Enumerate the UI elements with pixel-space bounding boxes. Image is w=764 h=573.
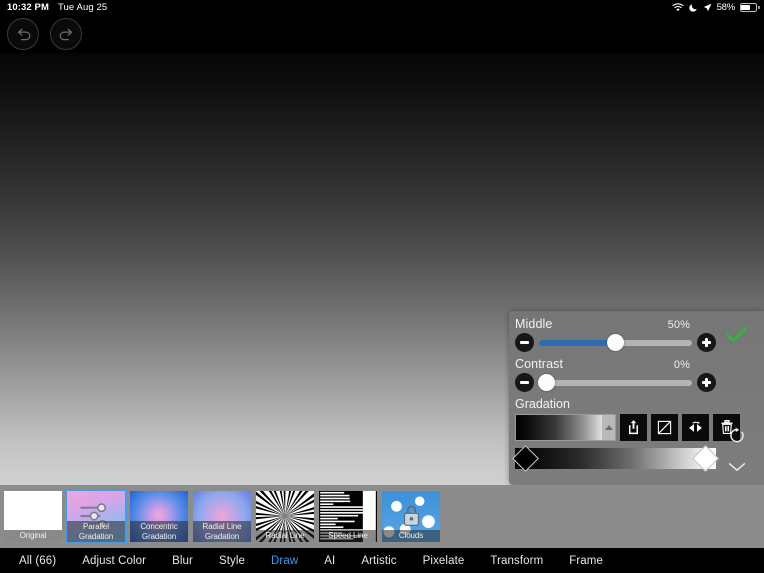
reset-button[interactable] [729, 427, 746, 445]
status-bar-right: 58% [672, 2, 764, 13]
tab-pixelate[interactable]: Pixelate [410, 555, 478, 567]
triangle-up-icon [605, 425, 613, 430]
minus-icon [520, 381, 529, 383]
thumb-label: Radial Line [256, 530, 314, 543]
tab-artistic[interactable]: Artistic [348, 555, 409, 567]
do-not-disturb-icon [689, 3, 698, 12]
thumb-label: Radial Line Gradation [193, 521, 251, 542]
thumb-label: Clouds [382, 530, 440, 543]
apply-button[interactable] [726, 326, 749, 343]
battery-percent: 58% [717, 2, 735, 13]
status-time: 10:32 PM [7, 2, 49, 13]
gradient-stop-black[interactable] [512, 445, 539, 472]
thumb-label: Concentric Gradation [130, 521, 188, 542]
middle-increase-button[interactable] [697, 333, 716, 352]
preset-dropdown-handle[interactable] [602, 415, 615, 440]
redo-icon [57, 27, 76, 42]
middle-slider-row [515, 332, 716, 353]
thumb-label: Speed Line [319, 530, 377, 543]
redo-button[interactable] [50, 18, 82, 50]
filter-thumb-clouds[interactable]: Clouds [380, 489, 442, 544]
status-date: Tue Aug 25 [58, 2, 107, 13]
panel-controls-column: Middle 50% Contrast 0% Gradation [515, 317, 716, 469]
tab-transform[interactable]: Transform [477, 555, 556, 567]
middle-value: 50% [668, 319, 690, 331]
contrast-slider-row [515, 372, 716, 393]
share-export-icon [626, 419, 641, 435]
filter-thumb-speed-line[interactable]: Speed Line [317, 489, 379, 544]
diagonal-curve-icon [657, 420, 672, 435]
collapse-button[interactable] [728, 461, 747, 473]
tab-blur[interactable]: Blur [159, 555, 206, 567]
thumb-label: Original [4, 530, 62, 543]
flip-mirror-icon [687, 420, 704, 435]
undo-icon [14, 27, 33, 42]
refresh-icon [729, 427, 746, 445]
filter-thumbnail-strip[interactable]: Original Parallel Gradation Concentric Grada… [0, 485, 764, 548]
curve-button[interactable] [651, 414, 678, 441]
contrast-decrease-button[interactable] [515, 373, 534, 392]
category-tab-bar: All (66) Adjust Color Blur Style Draw AI Artis… [0, 548, 764, 573]
gradient-editor-row [515, 448, 716, 469]
undo-button[interactable] [7, 18, 39, 50]
battery-icon [740, 3, 757, 12]
contrast-increase-button[interactable] [697, 373, 716, 392]
panel-side-actions [716, 317, 758, 479]
filter-thumb-original[interactable]: Original [2, 489, 64, 544]
checkmark-icon [726, 326, 749, 343]
middle-label-row: Middle 50% [515, 317, 716, 331]
gradient-editor-bar[interactable] [515, 448, 716, 469]
tab-adjust-color[interactable]: Adjust Color [69, 555, 159, 567]
contrast-slider-track[interactable] [539, 380, 692, 386]
middle-slider-thumb[interactable] [607, 334, 624, 351]
gradient-stop-white[interactable] [692, 445, 719, 472]
thumb-label: Parallel Gradation [67, 521, 125, 542]
flip-mirror-button[interactable] [682, 414, 709, 441]
top-toolbar [0, 15, 764, 53]
gradation-label: Gradation [515, 397, 716, 411]
minus-icon [520, 341, 529, 343]
middle-slider-track[interactable] [539, 340, 692, 346]
tab-all-66[interactable]: All (66) [6, 555, 69, 567]
middle-decrease-button[interactable] [515, 333, 534, 352]
contrast-slider-thumb[interactable] [538, 374, 555, 391]
contrast-value: 0% [674, 359, 690, 371]
gradation-settings-panel: Middle 50% Contrast 0% Gradation [509, 311, 764, 485]
chevron-down-icon [728, 461, 747, 473]
contrast-label: Contrast [515, 357, 563, 371]
filter-thumb-parallel-gradation[interactable]: Parallel Gradation [65, 489, 127, 544]
filter-thumb-radial-line-gradation[interactable]: Radial Line Gradation [191, 489, 253, 544]
status-bar-left: 10:32 PM Tue Aug 25 [0, 2, 107, 13]
filter-thumb-radial-line[interactable]: Radial Line [254, 489, 316, 544]
tab-ai[interactable]: AI [311, 555, 348, 567]
gradation-button-row [515, 413, 716, 441]
tab-style[interactable]: Style [206, 555, 258, 567]
filter-thumb-concentric-gradation[interactable]: Concentric Gradation [128, 489, 190, 544]
status-bar: 10:32 PM Tue Aug 25 58% [0, 0, 764, 15]
middle-label: Middle [515, 317, 552, 331]
app-root: 10:32 PM Tue Aug 25 58% Middle 50% Contr… [0, 0, 764, 573]
contrast-label-row: Contrast 0% [515, 357, 716, 371]
location-arrow-icon [703, 3, 712, 12]
tab-draw[interactable]: Draw [258, 555, 311, 567]
wifi-icon [672, 3, 684, 12]
share-export-button[interactable] [620, 414, 647, 441]
gradation-preset-swatch[interactable] [515, 414, 616, 441]
tab-frame[interactable]: Frame [556, 555, 616, 567]
